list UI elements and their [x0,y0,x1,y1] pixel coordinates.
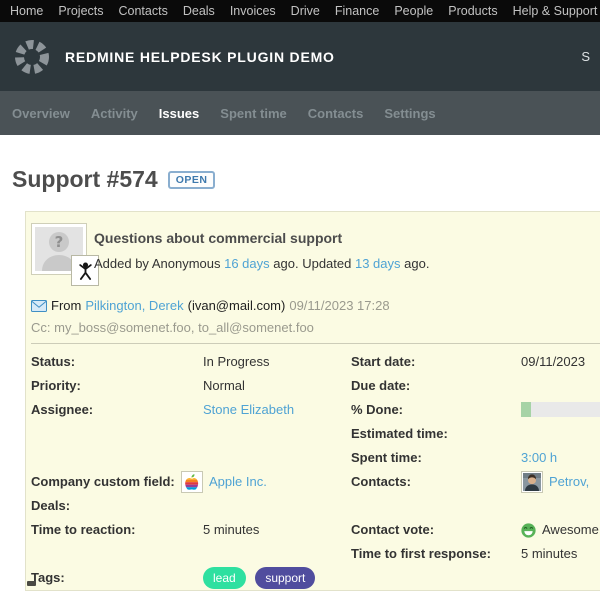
email-datetime: 09/11/2023 17:28 [289,298,389,313]
assignee-link[interactable]: Stone Elizabeth [203,402,294,417]
nav-help-support[interactable]: Help & Support [513,4,598,18]
tab-issues[interactable]: Issues [159,106,199,121]
stick-figure-icon [77,261,94,281]
due-date-value [521,374,600,398]
nav-finance[interactable]: Finance [335,4,379,18]
from-label: From [51,298,81,313]
time-to-first-response-value: 5 minutes [521,542,600,566]
byline-mid: ago. Updated [273,256,351,271]
tab-contacts[interactable]: Contacts [308,106,364,121]
sender-name-link[interactable]: Pilkington, Derek [85,298,183,313]
issue-byline: Added by Anonymous 16 days ago. Updated … [94,256,429,271]
byline-prefix: Added by Anonymous [94,256,220,271]
nav-people[interactable]: People [394,4,433,18]
apple-logo-icon [185,474,199,490]
top-navigation: Home Projects Contacts Deals Invoices Dr… [0,0,600,22]
spent-time-label: Spent time: [351,446,521,470]
app-title: REDMINE HELPDESK PLUGIN DEMO [65,49,335,65]
tag-support[interactable]: support [255,567,315,589]
contacts-label: Contacts: [351,470,521,494]
issue-box: ? Questions about commercial support Add… [25,211,600,591]
issue-subject: Questions about commercial support [94,230,342,246]
percent-done-cell [521,398,600,422]
tab-spent-time[interactable]: Spent time [220,106,286,121]
updated-ago-link[interactable]: 13 days [355,256,401,271]
contact-link[interactable]: Petrov, [549,470,589,494]
estimated-time-value [521,422,600,446]
due-date-label: Due date: [351,374,521,398]
company-logo-frame [181,471,203,493]
sender-email: (ivan@mail.com) [188,298,286,313]
project-tabbar: Overview Activity Issues Spent time Cont… [0,91,600,135]
nav-drive[interactable]: Drive [291,4,320,18]
added-ago-link[interactable]: 16 days [224,256,270,271]
nav-products[interactable]: Products [448,4,497,18]
attributes-grid: Status: In Progress Start date: 09/11/20… [31,350,600,590]
tags-label: Tags: [31,566,203,590]
progress-bar [521,402,600,417]
percent-done-label: % Done: [351,398,521,422]
assignee-label: Assignee: [31,398,203,422]
tab-overview[interactable]: Overview [12,106,70,121]
byline-suffix: ago. [404,256,429,271]
time-to-first-response-label: Time to first response: [351,542,521,566]
estimated-time-label: Estimated time: [351,422,521,446]
tags-cell: lead support [203,566,600,590]
contact-vote-value: Awesome [542,518,599,542]
contact-vote-label: Contact vote: [351,518,521,542]
contact-avatar-frame [521,471,543,493]
status-badge: OPEN [168,171,216,189]
tab-activity[interactable]: Activity [91,106,138,121]
cc-line: Cc: my_boss@somenet.foo, to_all@somenet.… [31,320,314,335]
page-heading: Support #574 OPEN [12,166,215,193]
nav-invoices[interactable]: Invoices [230,4,276,18]
spent-time-link[interactable]: 3:00 h [521,450,557,465]
page-title: Support #574 [12,166,158,193]
start-date-label: Start date: [351,350,521,374]
nav-contacts[interactable]: Contacts [119,4,168,18]
search-link[interactable]: S [581,49,590,64]
status-label: Status: [31,350,203,374]
nav-deals[interactable]: Deals [183,4,215,18]
svg-text:?: ? [55,233,64,251]
contact-photo-icon [523,473,541,491]
deals-label: Deals: [31,494,203,518]
company-label: Company custom field: [31,470,203,494]
nav-home[interactable]: Home [10,4,43,18]
time-to-reaction-value: 5 minutes [203,518,351,542]
progress-done-fill [521,402,531,417]
company-link[interactable]: Apple Inc. [209,470,267,494]
nav-projects[interactable]: Projects [58,4,103,18]
redmine-logo-icon [12,37,52,77]
start-date-value: 09/11/2023 [521,350,600,374]
deals-value [203,494,351,518]
awesome-smiley-icon [521,523,536,538]
status-value: In Progress [203,350,351,374]
tag-lead[interactable]: lead [203,567,246,589]
priority-value: Normal [203,374,351,398]
divider [31,343,600,344]
time-to-reaction-label: Time to reaction: [31,518,203,542]
tab-settings[interactable]: Settings [384,106,435,121]
app-header: REDMINE HELPDESK PLUGIN DEMO S [0,22,600,91]
envelope-icon [31,300,47,312]
email-from-line: From Pilkington, Derek (ivan@mail.com) 0… [31,298,390,313]
priority-label: Priority: [31,374,203,398]
partial-element [27,581,36,586]
